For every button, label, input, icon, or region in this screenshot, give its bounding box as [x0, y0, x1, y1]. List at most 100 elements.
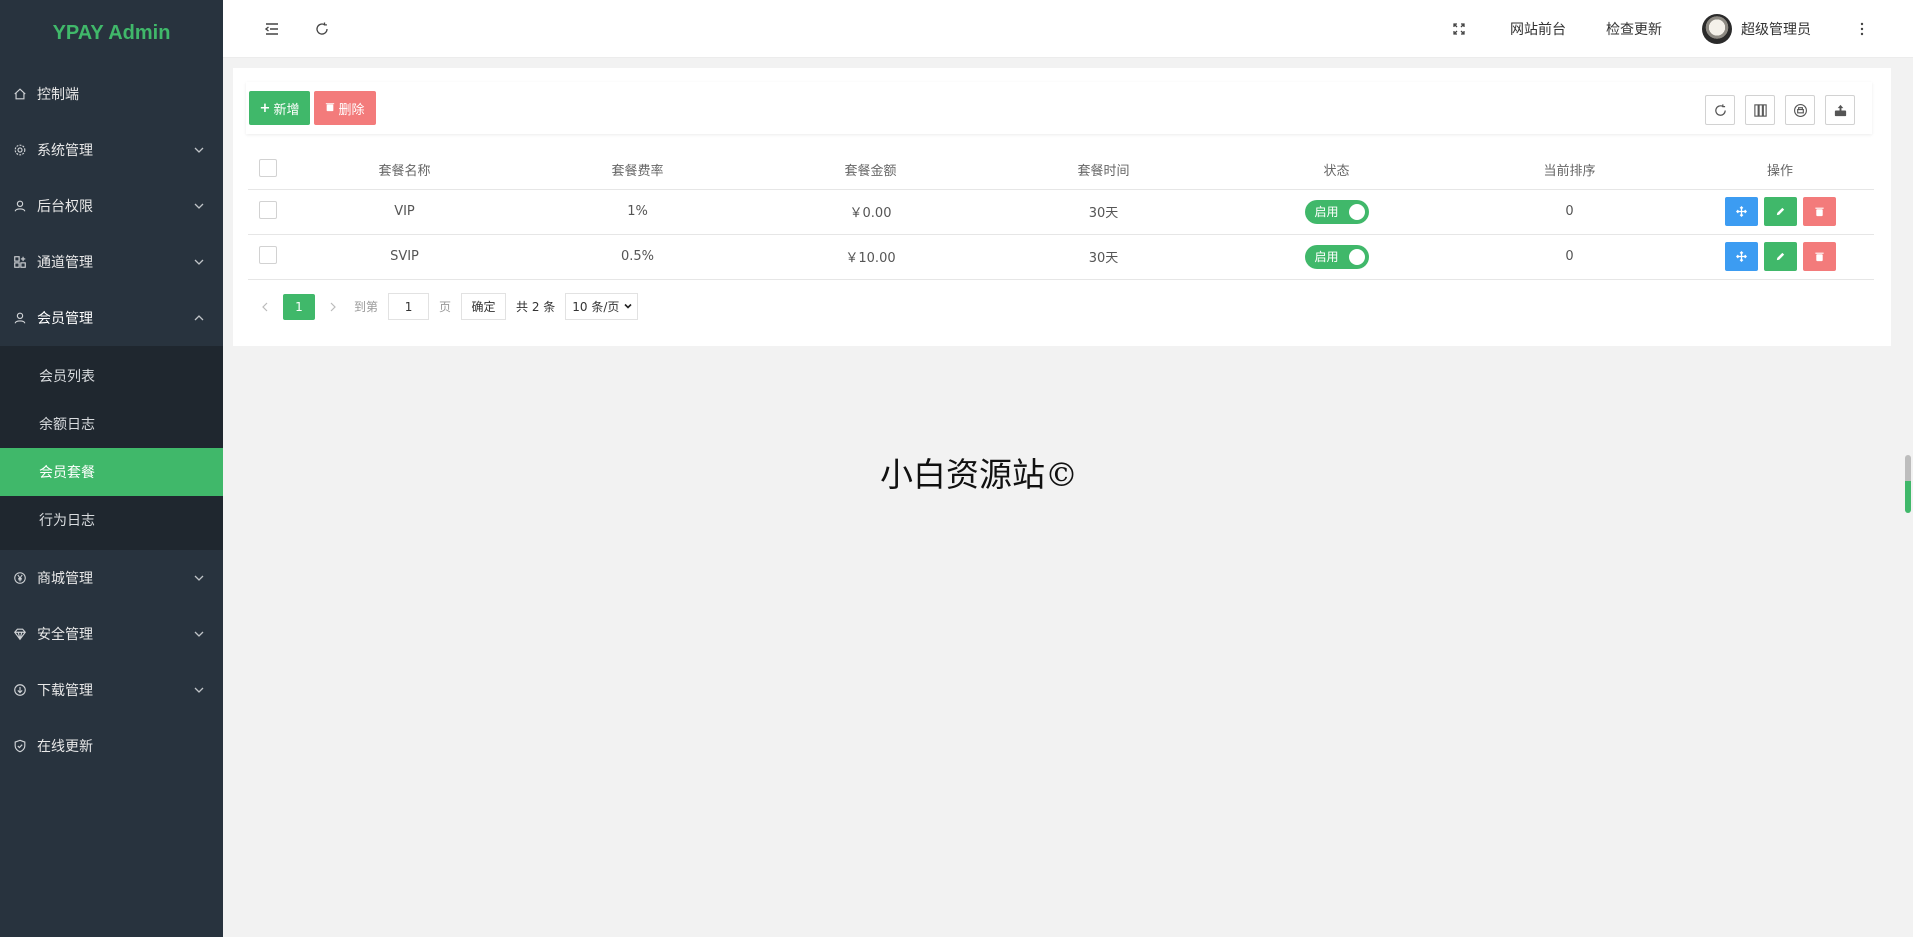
sidebar-item-label: 会员管理 — [37, 311, 93, 327]
column-header: 套餐费率 — [521, 151, 754, 190]
column-header: 状态 — [1220, 151, 1453, 190]
gear-icon — [13, 143, 27, 157]
package-name: SVIP — [288, 234, 521, 280]
sidebar-item-channel[interactable]: 通道管理 — [0, 234, 223, 290]
more-vertical-icon[interactable] — [1851, 18, 1873, 40]
collapse-menu-icon[interactable] — [261, 18, 283, 40]
delete-row-button[interactable] — [1802, 242, 1836, 271]
package-time: 30天 — [987, 234, 1220, 280]
user-icon — [13, 199, 27, 213]
sidebar-item-balance-log[interactable]: 余额日志 — [0, 400, 223, 448]
chevron-down-icon — [623, 300, 633, 314]
row-checkbox[interactable] — [259, 200, 277, 219]
sidebar-item-label: 在线更新 — [37, 739, 93, 755]
sidebar: YPAY Admin 控制端 系统管理 后台权限 通道管理 会员管理 会员列表 … — [0, 0, 223, 937]
package-amount: ￥10.00 — [754, 234, 987, 280]
table-toolbar: + 新增 删除 — [246, 82, 1872, 134]
refresh-icon[interactable] — [311, 18, 333, 40]
fullscreen-icon[interactable] — [1448, 18, 1470, 40]
page-scrollbar[interactable] — [1905, 455, 1911, 513]
goto-confirm-button[interactable]: 确定 — [461, 293, 507, 320]
chevron-down-icon — [193, 684, 205, 696]
move-button[interactable] — [1724, 197, 1758, 226]
move-button[interactable] — [1724, 242, 1758, 271]
package-rate: 1% — [521, 189, 754, 235]
row-select-cell — [248, 234, 288, 280]
export-icon[interactable] — [1825, 95, 1855, 125]
delete-button[interactable]: 删除 — [314, 91, 376, 125]
table-header-row: 套餐名称 套餐费率 套餐金额 套餐时间 状态 当前排序 操作 — [248, 151, 1874, 190]
toggle-knob — [1348, 248, 1365, 265]
username: 超级管理员 — [1741, 22, 1811, 38]
sidebar-item-label: 通道管理 — [37, 255, 93, 271]
sidebar-item-member-package[interactable]: 会员套餐 — [0, 448, 223, 496]
row-select-cell — [248, 189, 288, 235]
column-header: 操作 — [1686, 151, 1874, 190]
watermark-text: 小白资源站© — [880, 455, 1078, 494]
home-icon — [13, 87, 27, 101]
total-count: 共 2 条 — [516, 300, 556, 314]
edit-button[interactable] — [1763, 197, 1797, 226]
sidebar-item-security[interactable]: 安全管理 — [0, 606, 223, 662]
page-size-select[interactable]: 10 条/页 — [565, 293, 639, 320]
sidebar-item-dashboard[interactable]: 控制端 — [0, 66, 223, 122]
table-refresh-icon[interactable] — [1705, 95, 1735, 125]
chevron-down-icon — [193, 572, 205, 584]
column-header: 套餐名称 — [288, 151, 521, 190]
pagination: 1 到第 1 页 确定 共 2 条 10 条/页 — [256, 293, 639, 320]
select-all-checkbox[interactable] — [259, 158, 277, 177]
status-cell: 启用 — [1220, 189, 1453, 235]
content-card: + 新增 删除 套餐名称 套餐费率 套餐金额 套餐时间 状态 当前排序 操作 V… — [233, 68, 1891, 346]
package-name: VIP — [288, 189, 521, 235]
sidebar-item-download[interactable]: 下载管理 — [0, 662, 223, 718]
column-header: 当前排序 — [1453, 151, 1686, 190]
sidebar-item-label: 商城管理 — [37, 571, 93, 587]
chevron-down-icon — [193, 628, 205, 640]
status-toggle[interactable]: 启用 — [1304, 244, 1369, 269]
package-sort: 0 — [1453, 189, 1686, 235]
trash-icon — [325, 101, 335, 116]
site-front-link[interactable]: 网站前台 — [1510, 19, 1566, 39]
delete-row-button[interactable] — [1802, 197, 1836, 226]
package-rate: 0.5% — [521, 234, 754, 280]
edit-button[interactable] — [1763, 242, 1797, 271]
row-checkbox[interactable] — [259, 245, 277, 264]
columns-filter-icon[interactable] — [1745, 95, 1775, 125]
sidebar-item-system[interactable]: 系统管理 — [0, 122, 223, 178]
sidebar-item-shop[interactable]: 商城管理 — [0, 550, 223, 606]
shield-check-icon — [13, 739, 27, 753]
goto-label: 到第 — [354, 300, 379, 314]
diamond-icon — [13, 627, 27, 641]
column-header: 套餐时间 — [987, 151, 1220, 190]
current-page[interactable]: 1 — [283, 293, 315, 320]
yen-icon — [13, 571, 27, 585]
sidebar-item-online-update[interactable]: 在线更新 — [0, 718, 223, 774]
download-icon — [13, 683, 27, 697]
table-row: VIP 1% ￥0.00 30天 启用 0 — [248, 189, 1874, 235]
status-toggle[interactable]: 启用 — [1304, 199, 1369, 224]
sidebar-item-member[interactable]: 会员管理 — [0, 290, 223, 346]
goto-page-input[interactable]: 1 — [388, 293, 430, 320]
add-button[interactable]: + 新增 — [249, 91, 310, 125]
operations-cell — [1686, 234, 1874, 280]
sidebar-item-label: 后台权限 — [37, 199, 93, 215]
package-table: 套餐名称 套餐费率 套餐金额 套餐时间 状态 当前排序 操作 VIP 1% ￥0… — [248, 151, 1874, 280]
page-suffix: 页 — [439, 300, 452, 314]
next-page-icon[interactable] — [324, 302, 342, 312]
sidebar-item-member-list[interactable]: 会员列表 — [0, 352, 223, 400]
sidebar-item-label: 安全管理 — [37, 627, 93, 643]
sidebar-item-label: 下载管理 — [37, 683, 93, 699]
print-icon[interactable] — [1785, 95, 1815, 125]
operations-cell — [1686, 189, 1874, 235]
sidebar-item-behavior-log[interactable]: 行为日志 — [0, 496, 223, 544]
logo[interactable]: YPAY Admin — [0, 0, 223, 66]
check-update-link[interactable]: 检查更新 — [1606, 19, 1662, 39]
user-menu[interactable]: 超级管理员 — [1702, 14, 1811, 44]
package-amount: ￥0.00 — [754, 189, 987, 235]
sidebar-item-admin-permission[interactable]: 后台权限 — [0, 178, 223, 234]
top-header: 网站前台 检查更新 超级管理员 — [223, 0, 1913, 58]
toggle-knob — [1348, 203, 1365, 220]
status-cell: 启用 — [1220, 234, 1453, 280]
chevron-down-icon — [193, 144, 205, 156]
prev-page-icon[interactable] — [256, 302, 274, 312]
